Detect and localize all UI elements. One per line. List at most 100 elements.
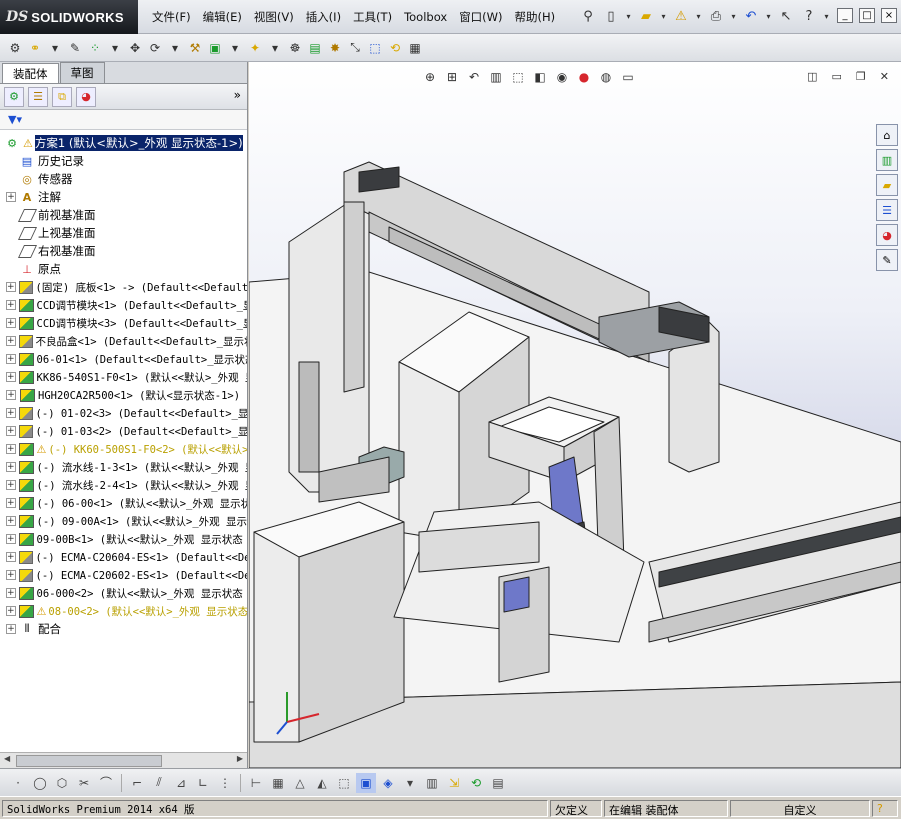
tree-item[interactable]: + ⚠(-) KK60-500S1-F0<2> (默认<<默认>_外观 显示状态 … xyxy=(0,440,247,458)
menu-tools[interactable]: 工具(T) xyxy=(347,9,398,25)
expand-toggle-icon[interactable]: + xyxy=(6,606,16,616)
expand-toggle-icon[interactable]: + xyxy=(6,336,16,346)
offset-icon[interactable]: ⫽ xyxy=(149,773,169,793)
tree-item[interactable]: 前视基准面 xyxy=(0,206,247,224)
feature-manager-icon[interactable]: ⚙ xyxy=(4,86,24,107)
tree-item[interactable]: + CCD调节模块<1> (Default<<Default>_显示状态 1>) xyxy=(0,296,247,314)
fillet-icon[interactable]: ⌐ xyxy=(127,773,147,793)
features-dropdown-icon[interactable]: ▾ xyxy=(226,38,244,58)
view-palette-icon[interactable]: ☰ xyxy=(876,199,898,221)
tree-item[interactable]: + (-) 09-00A<1> (默认<<默认>_外观 显示状态 1>) xyxy=(0,512,247,530)
expand-toggle-icon[interactable]: + xyxy=(6,192,16,202)
grid-snap-icon[interactable]: ⋮ xyxy=(215,773,235,793)
tree-item[interactable]: + 不良品盒<1> (Default<<Default>_显示状态 1>) xyxy=(0,332,247,350)
tree-item[interactable]: 上视基准面 xyxy=(0,224,247,242)
display-manager-icon[interactable]: ◕ xyxy=(76,86,96,107)
expand-toggle-icon[interactable]: + xyxy=(6,516,16,526)
view-orientation-icon[interactable]: ⬚ xyxy=(509,68,527,86)
expand-toggle-icon[interactable]: + xyxy=(6,570,16,580)
tree-item[interactable]: + (-) ECMA-C20602-ES<1> (Default<<Default… xyxy=(0,566,247,584)
assembly-model-view[interactable] xyxy=(249,62,901,768)
open-dropdown-icon[interactable]: ▾ xyxy=(659,5,668,27)
expand-toggle-icon[interactable]: + xyxy=(6,354,16,364)
tree-item[interactable]: 右视基准面 xyxy=(0,242,247,260)
menu-file[interactable]: 文件(F) xyxy=(146,9,197,25)
pattern-icon[interactable]: ⁘ xyxy=(86,38,104,58)
tree-item[interactable]: ▤ 历史记录 xyxy=(0,152,247,170)
expand-toggle-icon[interactable]: + xyxy=(6,372,16,382)
expand-toggle-icon[interactable]: + xyxy=(6,300,16,310)
viewport-minimize-icon[interactable]: ▭ xyxy=(832,70,842,83)
tree-item[interactable]: +09-00B<1> (默认<<默认>_外观 显示状态 1>) xyxy=(0,530,247,548)
rebuild-icon[interactable]: ⚠ xyxy=(671,5,691,27)
viewport-close-icon[interactable]: ✕ xyxy=(880,70,889,83)
tree-item[interactable]: + (-) ECMA-C20604-ES<1> (Default<<Default… xyxy=(0,548,247,566)
smart-fasteners-icon[interactable]: ⚒ xyxy=(186,38,204,58)
scroll-left-icon[interactable]: ◀ xyxy=(4,754,10,763)
file-explorer-icon[interactable]: ▰ xyxy=(876,174,898,196)
mate-dropdown-icon[interactable]: ▾ xyxy=(46,38,64,58)
status-units[interactable]: 自定义 xyxy=(730,800,870,817)
view-top-icon[interactable]: ◭ xyxy=(312,773,332,793)
tree-horizontal-scrollbar[interactable]: ◀ ▶ xyxy=(0,752,247,768)
graphics-area[interactable]: ⊕ ⊞ ↶ ▥ ⬚ ◧ ◉ ● ◍ ▭ ◫ ▭ ❐ ✕ ⌂ ▥ ▰ ☰ ◕ ✎ xyxy=(249,62,901,768)
shaded-icon[interactable]: ▣ xyxy=(356,772,376,793)
expand-toggle-icon[interactable]: + xyxy=(6,462,16,472)
viewport-split-icon[interactable]: ◫ xyxy=(807,70,817,83)
menu-help[interactable]: 帮助(H) xyxy=(509,9,562,25)
tree-item[interactable]: + (-) 流水线-2-4<1> (默认<<默认>_外观 显示状态 1>) xyxy=(0,476,247,494)
expand-toggle-icon[interactable]: + xyxy=(6,318,16,328)
measure-icon[interactable]: ⇲ xyxy=(444,773,464,793)
hide-show-icon[interactable]: ◉ xyxy=(553,68,571,86)
arc-icon[interactable]: ⌒ xyxy=(96,773,116,793)
expand-toggle-icon[interactable]: + xyxy=(6,282,16,292)
open-folder-icon[interactable]: ▰ xyxy=(636,5,656,27)
expand-toggle-icon[interactable]: + xyxy=(6,624,16,634)
menu-window[interactable]: 窗口(W) xyxy=(453,9,508,25)
shaded-edges-icon[interactable]: ◈ xyxy=(378,773,398,793)
select-cursor-icon[interactable]: ↖ xyxy=(776,5,796,27)
tree-item[interactable]: + (-) 01-03<2> (Default<<Default>_显示状态 1>… xyxy=(0,422,247,440)
new-dropdown-icon[interactable]: ▾ xyxy=(624,5,633,27)
tree-item[interactable]: + CCD调节模块<3> (Default<<Default>_显示状态 1>) xyxy=(0,314,247,332)
table-icon[interactable]: ▤ xyxy=(488,773,508,793)
corner-icon[interactable]: ∟ xyxy=(193,773,213,793)
view-front-icon[interactable]: △ xyxy=(290,773,310,793)
mate-icon[interactable]: ⚭ xyxy=(26,38,44,58)
tree-item[interactable]: + (-) 流水线-1-3<1> (默认<<默认>_外观 显示状态 1>) xyxy=(0,458,247,476)
reference-dropdown-icon[interactable]: ▾ xyxy=(266,38,284,58)
apply-scene-icon[interactable]: ◍ xyxy=(597,68,615,86)
appearances-icon[interactable]: ◕ xyxy=(876,224,898,246)
scroll-right-icon[interactable]: ▶ xyxy=(237,754,243,763)
explode-line-icon[interactable]: ⤡ xyxy=(346,38,364,58)
instant3d-icon[interactable]: ⬚ xyxy=(366,38,384,58)
tab-sketch[interactable]: 草图 xyxy=(59,62,105,83)
tree-item[interactable]: ⊥ 原点 xyxy=(0,260,247,278)
help-dropdown-icon[interactable]: ▾ xyxy=(822,5,831,27)
move-component-icon[interactable]: ✥ xyxy=(126,38,144,58)
expand-toggle-icon[interactable]: + xyxy=(6,534,16,544)
expand-toggle-icon[interactable]: + xyxy=(6,426,16,436)
update-speedpak-icon[interactable]: ⟲ xyxy=(386,38,404,58)
status-help-icon[interactable]: ? xyxy=(872,800,898,817)
trim-icon[interactable]: ✂ xyxy=(74,773,94,793)
expand-toggle-icon[interactable]: + xyxy=(6,480,16,490)
grid-icon[interactable]: ▦ xyxy=(268,773,288,793)
tree-item[interactable]: + KK86-540S1-F0<1> (默认<<默认>_外观 显示状态 1>) xyxy=(0,368,247,386)
scrollbar-thumb[interactable] xyxy=(16,755,162,767)
print-icon[interactable]: ⎙ xyxy=(706,5,726,27)
previous-view-icon[interactable]: ↶ xyxy=(465,68,483,86)
tree-item[interactable]: + (-) 06-00<1> (默认<<默认>_外观 显示状态 1>) xyxy=(0,494,247,512)
mirror-icon[interactable]: ⊿ xyxy=(171,773,191,793)
expand-toggle-icon[interactable]: + xyxy=(6,498,16,508)
isometric-icon[interactable]: ⬚ xyxy=(334,773,354,793)
tree-root[interactable]: ⚙ ⚠ 方案1 (默认<默认>_外观 显示状态-1>) xyxy=(0,134,247,152)
zoom-to-fit-icon[interactable]: ⊕ xyxy=(421,68,439,86)
close-button[interactable]: × xyxy=(881,8,897,23)
bill-of-materials-icon[interactable]: ▤ xyxy=(306,38,324,58)
smart-dimension-icon[interactable]: ⊢ xyxy=(246,773,266,793)
tree-item[interactable]: + HGH20CA2R500<1> (默认<显示状态-1>) xyxy=(0,386,247,404)
snapshot-icon[interactable]: ▦ xyxy=(406,38,424,58)
new-document-icon[interactable]: ▯ xyxy=(601,5,621,27)
filter-icon[interactable]: ▼▾ xyxy=(8,113,22,126)
